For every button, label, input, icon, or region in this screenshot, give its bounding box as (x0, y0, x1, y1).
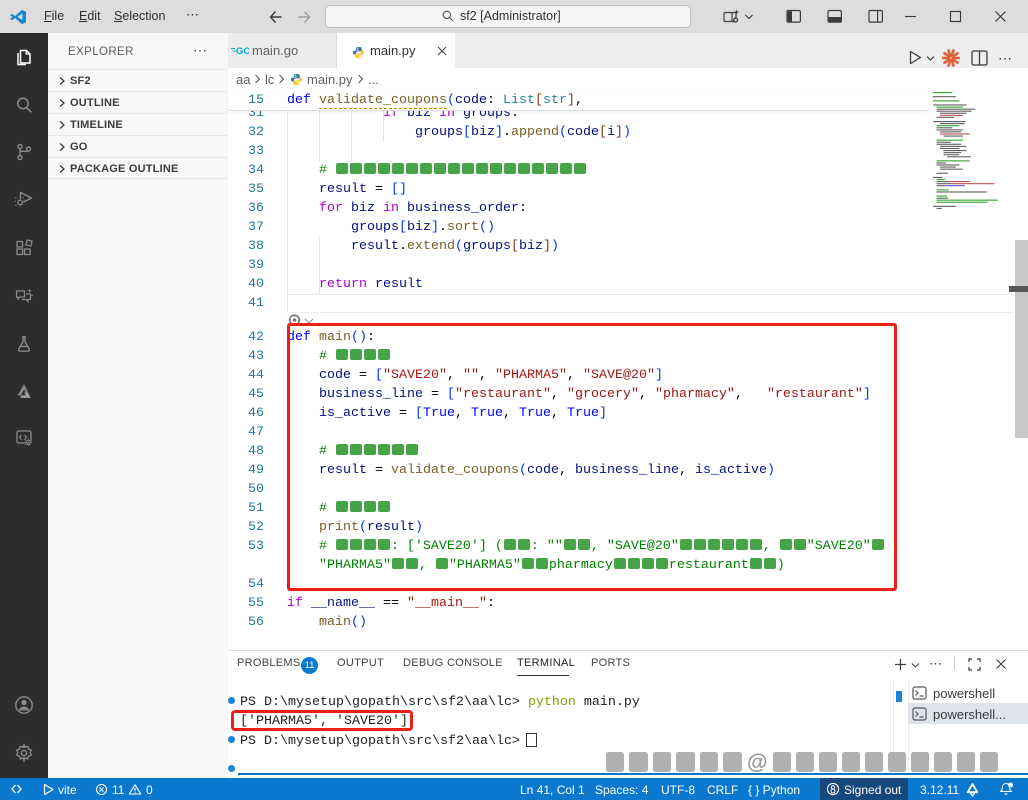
svg-text:GO: GO (236, 46, 249, 57)
